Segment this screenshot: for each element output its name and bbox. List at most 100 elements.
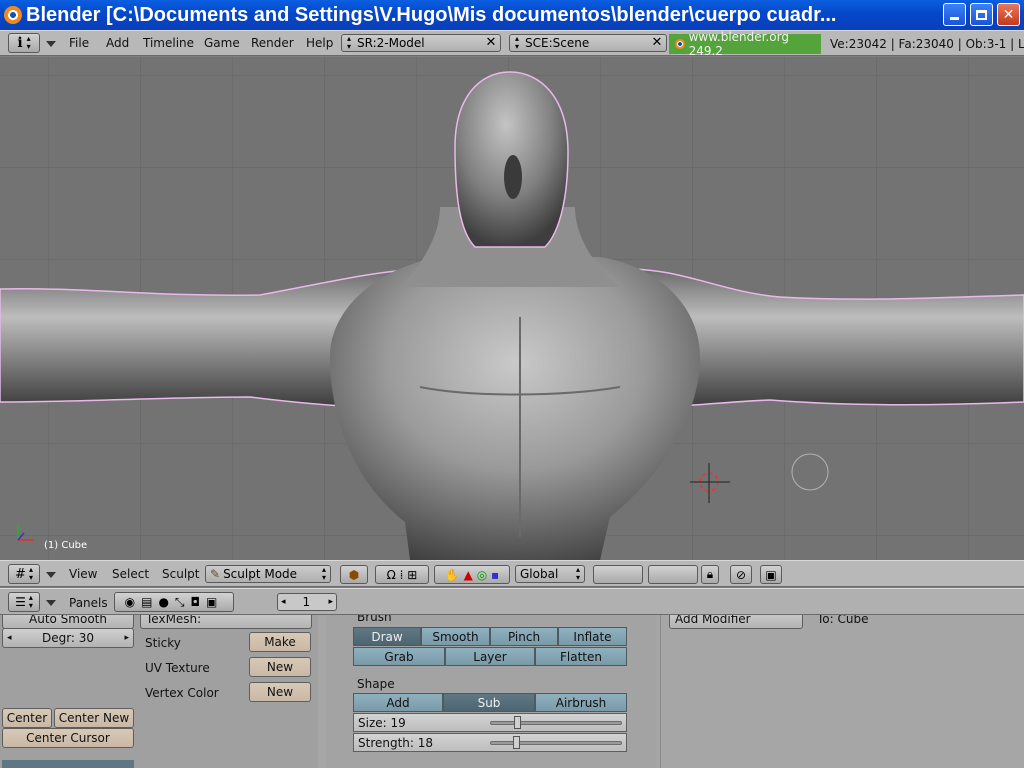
slider-handle[interactable] bbox=[512, 736, 520, 749]
grid-icon: # bbox=[15, 566, 26, 582]
brush-pinch-label: Pinch bbox=[507, 629, 541, 644]
layers-row-2[interactable] bbox=[648, 565, 698, 584]
orientation-selector[interactable]: Global ▴ ▾ bbox=[515, 565, 585, 583]
brush-layer-button[interactable]: Layer bbox=[445, 647, 535, 666]
vertex-color-new-button[interactable]: New bbox=[249, 682, 311, 702]
collapse-menu-icon[interactable] bbox=[46, 41, 56, 47]
proportional-edit-button[interactable]: ⊘ bbox=[730, 565, 752, 584]
shape-airbrush-button[interactable]: Airbrush bbox=[535, 693, 627, 712]
uv-texture-label: UV Texture bbox=[145, 661, 210, 675]
modifiers-panel bbox=[660, 615, 1024, 768]
center-button[interactable]: Center bbox=[2, 708, 52, 728]
buttons-editor-type-button[interactable]: ☰ ▴ ▾ bbox=[8, 592, 40, 612]
close-icon: ✕ bbox=[1002, 6, 1015, 23]
degr-field[interactable]: ◂ Degr: 30 ▸ bbox=[2, 628, 134, 648]
viewport-editor-type-button[interactable]: # ▴ ▾ bbox=[8, 564, 40, 584]
menu-timeline[interactable]: Timeline bbox=[143, 36, 194, 50]
info-header: i ▴ ▾ File Add Timeline Game Render Help … bbox=[0, 30, 1024, 58]
brush-pinch-button[interactable]: Pinch bbox=[490, 627, 558, 646]
uv-texture-new-button[interactable]: New bbox=[249, 657, 311, 677]
uv-new-label: New bbox=[266, 660, 294, 674]
orientation-value[interactable]: Global bbox=[520, 567, 558, 581]
layers-row-1[interactable] bbox=[593, 565, 643, 584]
texmesh-label: TexMesh: bbox=[146, 615, 202, 626]
panel-tab-strip[interactable] bbox=[2, 760, 134, 768]
up-down-arrows-icon: ▴ ▾ bbox=[515, 34, 520, 51]
delete-screen-icon[interactable]: ✕ bbox=[484, 36, 498, 50]
blender-logo-icon bbox=[675, 39, 685, 49]
brush-smooth-button[interactable]: Smooth bbox=[421, 627, 490, 646]
buttons-header: ☰ ▴ ▾ Panels ◉▤●⤡◘▣ ◂ 1 ▸ bbox=[0, 588, 1024, 615]
maximize-button[interactable] bbox=[970, 3, 993, 26]
brush-size-slider[interactable]: Size: 19 bbox=[353, 713, 627, 732]
collapse-menu-icon[interactable] bbox=[46, 572, 56, 578]
info-editor-type-button[interactable]: i ▴ ▾ bbox=[8, 33, 40, 53]
brush-inflate-button[interactable]: Inflate bbox=[558, 627, 627, 646]
brush-strength-slider[interactable]: Strength: 18 bbox=[353, 733, 627, 752]
menu-help[interactable]: Help bbox=[306, 36, 333, 50]
menu-sculpt[interactable]: Sculpt bbox=[162, 567, 199, 581]
lock-button[interactable]: 🔒︎ bbox=[701, 565, 719, 584]
center-new-label: Center New bbox=[58, 711, 130, 725]
center-cursor-button[interactable]: Center Cursor bbox=[2, 728, 134, 748]
texmesh-field[interactable]: TexMesh: bbox=[140, 615, 312, 629]
screen-name[interactable]: SR:2-Model bbox=[357, 36, 425, 50]
render-button[interactable]: ▣ bbox=[760, 565, 782, 584]
shading-icon: ⬢ bbox=[348, 567, 360, 582]
degr-label: Degr: 30 bbox=[41, 631, 95, 645]
context-tabs[interactable]: ◉▤●⤡◘▣ bbox=[114, 592, 234, 612]
center-new-button[interactable]: Center New bbox=[54, 708, 134, 728]
menu-select[interactable]: Select bbox=[112, 567, 149, 581]
brush-draw-label: Draw bbox=[371, 629, 403, 644]
scene-name[interactable]: SCE:Scene bbox=[525, 36, 589, 50]
shape-add-label: Add bbox=[386, 695, 410, 710]
manipulator-buttons[interactable]: ✋ ▲ ◎ ▪ bbox=[434, 565, 510, 584]
3d-viewport[interactable]: (1) Cube bbox=[0, 57, 1024, 560]
shape-label: Shape bbox=[357, 677, 395, 691]
vc-new-label: New bbox=[266, 685, 294, 699]
brush-layer-label: Layer bbox=[473, 649, 507, 664]
brush-draw-button[interactable]: Draw bbox=[353, 627, 421, 646]
shape-sub-label: Sub bbox=[477, 695, 501, 710]
modifier-target-label: To: Cube bbox=[817, 615, 869, 626]
brush-strength-label: Strength: 18 bbox=[358, 735, 434, 750]
pivot-button[interactable]: Ω ⁞ ⊞ bbox=[375, 565, 429, 584]
version-badge: www.blender.org 249.2 bbox=[669, 30, 821, 58]
minimize-icon bbox=[950, 17, 959, 20]
draw-type-button[interactable]: ⬢ bbox=[340, 565, 368, 584]
mode-name[interactable]: Sculpt Mode bbox=[223, 567, 297, 581]
sticky-make-button[interactable]: Make bbox=[249, 632, 311, 652]
menu-render[interactable]: Render bbox=[251, 36, 294, 50]
sculpt-model bbox=[0, 71, 1024, 560]
frame-field[interactable]: ◂ 1 ▸ bbox=[277, 593, 337, 611]
shape-add-button[interactable]: Add bbox=[353, 693, 443, 712]
brush-flatten-label: Flatten bbox=[560, 649, 602, 664]
shape-sub-button[interactable]: Sub bbox=[443, 693, 535, 712]
slider-handle[interactable] bbox=[514, 716, 522, 729]
delete-scene-icon[interactable]: ✕ bbox=[650, 36, 664, 50]
slider-track bbox=[490, 741, 622, 745]
window-title: Blender [C:\Documents and Settings\V.Hug… bbox=[26, 3, 837, 26]
brush-label: Brush bbox=[357, 615, 392, 624]
minimize-button[interactable] bbox=[943, 3, 966, 26]
screen-selector[interactable]: ▴ ▾ SR:2-Model ✕ bbox=[341, 34, 501, 52]
close-window-button[interactable]: ✕ bbox=[997, 3, 1020, 26]
buttons-window-icon: ☰ bbox=[15, 595, 26, 609]
menu-file[interactable]: File bbox=[69, 36, 89, 50]
auto-smooth-button[interactable]: Auto Smooth bbox=[2, 615, 134, 629]
blender-logo-icon bbox=[4, 6, 22, 24]
mode-selector[interactable]: ✎ Sculpt Mode ▴ ▾ bbox=[205, 565, 331, 583]
sticky-label: Sticky bbox=[145, 636, 181, 650]
scene-selector[interactable]: ▴ ▾ SCE:Scene ✕ bbox=[509, 34, 667, 52]
menu-add[interactable]: Add bbox=[106, 36, 129, 50]
brush-grab-button[interactable]: Grab bbox=[353, 647, 445, 666]
brush-flatten-button[interactable]: Flatten bbox=[535, 647, 627, 666]
up-down-arrows-icon: ▴ ▾ bbox=[26, 34, 31, 51]
menu-game[interactable]: Game bbox=[204, 36, 240, 50]
collapse-menu-icon[interactable] bbox=[46, 600, 56, 606]
add-modifier-button[interactable]: Add Modifier bbox=[669, 615, 803, 629]
frame-number[interactable]: 1 bbox=[303, 595, 311, 609]
panels-label[interactable]: Panels bbox=[69, 596, 108, 610]
up-down-arrows-icon: ▴ ▾ bbox=[28, 593, 33, 610]
menu-view[interactable]: View bbox=[69, 567, 97, 581]
